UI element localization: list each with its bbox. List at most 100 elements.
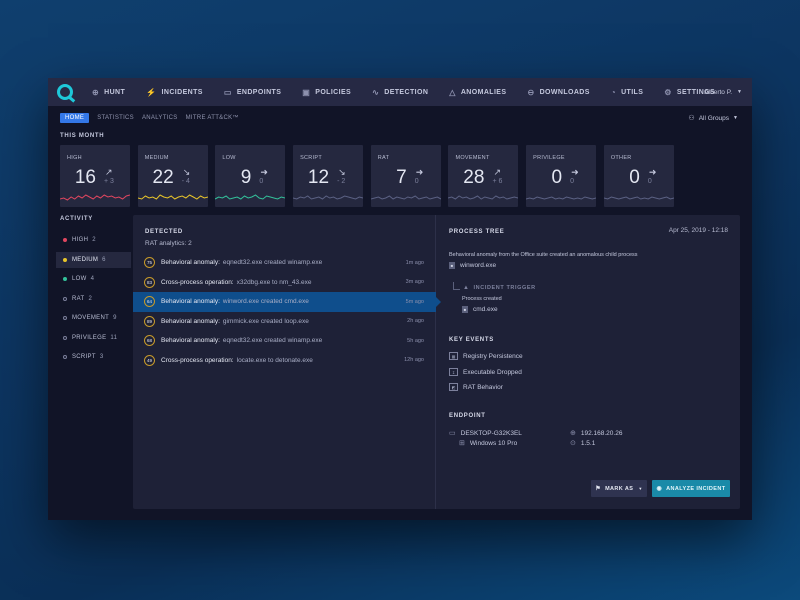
card-delta: 0: [414, 178, 419, 185]
activity-item-movement[interactable]: MOVEMENT 9: [56, 310, 131, 326]
detected-subtitle: RAT analytics: 2: [145, 240, 192, 247]
table-row[interactable]: 64 Behavioral anomaly: winword.exe created…: [133, 292, 441, 312]
activity-label: MOVEMENT: [72, 315, 110, 321]
tab-home[interactable]: HOME: [60, 113, 90, 123]
process-description: Behavioral anomaly from the Office suite…: [449, 252, 638, 258]
activity-label: HIGH: [72, 237, 89, 243]
nav-endpoints[interactable]: ▭ ENDPOINTS: [224, 88, 281, 97]
activity-item-script[interactable]: SCRIPT 3: [56, 349, 131, 365]
card-label: HIGH: [67, 155, 82, 161]
sparkline-path: [293, 195, 364, 200]
stat-card-privilege[interactable]: PRIVILEGE 0 ➜ 0: [526, 145, 597, 207]
table-row[interactable]: 83 Cross-process operation: x32dbg.exe to …: [133, 273, 436, 293]
nav-policies[interactable]: ▣ POLICIES: [302, 88, 351, 97]
activity-item-privilege[interactable]: PRIVILEGE 11: [56, 330, 131, 346]
endpoint-title: ENDPOINT: [449, 413, 486, 419]
mark-as-label: MARK AS: [605, 485, 634, 492]
registry-icon: ▦: [449, 352, 458, 360]
tab-statistics[interactable]: STATISTICS: [97, 115, 134, 121]
card-delta: 0: [259, 178, 264, 185]
stat-card-low[interactable]: LOW 9 ➜ 0: [215, 145, 286, 207]
row-time: 5m ago: [405, 298, 424, 305]
detected-pane: DETECTED RAT analytics: 2 75 Behavioral a…: [133, 215, 441, 509]
stat-cards: HIGH 16 ↗ + 3 MEDIUM 22 ↘ - 4 LOW 9 ➜ 0 SCRIPT 12 ↘ - 2…: [60, 145, 682, 207]
row-type: Cross-process operation:: [161, 356, 234, 364]
nav-hunt[interactable]: ⊕ HUNT: [92, 88, 125, 97]
tab-analytics[interactable]: ANALYTICS: [142, 115, 178, 121]
app-window: ⊕ HUNT ⚡ INCIDENTS ▭ ENDPOINTS ▣ POLICIES ∿ DETEC…: [48, 78, 752, 520]
card-label: MOVEMENT: [455, 155, 490, 161]
stat-card-script[interactable]: SCRIPT 12 ↘ - 2: [293, 145, 364, 207]
analyze-incident-button[interactable]: ◉ ANALYZE INCIDENT: [652, 480, 730, 497]
score-badge: 68: [144, 335, 155, 347]
stat-card-rat[interactable]: RAT 7 ➜ 0: [370, 145, 441, 207]
activity-count: 6: [102, 256, 106, 263]
child-process[interactable]: ■ cmd.exe: [462, 306, 498, 313]
activity-label: PRIVILEGE: [72, 334, 107, 341]
table-row[interactable]: 68 Behavioral anomaly: eqnedt32.exe create…: [133, 331, 436, 351]
this-month-label: THIS MONTH: [60, 133, 105, 139]
score-badge: 89: [144, 315, 155, 327]
card-value: 28: [463, 167, 485, 188]
activity-item-high[interactable]: HIGH 2: [56, 232, 131, 248]
row-time: 5h ago: [407, 337, 424, 344]
activity-item-medium[interactable]: MEDIUM 6: [56, 251, 131, 268]
row-type: Behavioral anomaly:: [161, 337, 220, 345]
parent-process[interactable]: ■ winword.exe: [449, 262, 496, 269]
nav-downloads[interactable]: ⊖ DOWNLOADS: [527, 88, 589, 97]
activity-item-rat[interactable]: RAT 2: [56, 291, 131, 307]
logo[interactable]: [48, 78, 82, 106]
nav-incidents[interactable]: ⚡ INCIDENTS: [146, 88, 203, 97]
policy-icon: ▣: [302, 87, 311, 97]
card-label: RAT: [377, 155, 390, 161]
top-nav: ⊕ HUNT ⚡ INCIDENTS ▭ ENDPOINTS ▣ POLICIES ∿ DETEC…: [48, 78, 752, 106]
nav-detection[interactable]: ∿ DETECTION: [372, 88, 428, 97]
table-row[interactable]: 89 Behavioral anomaly: gimmick.exe created…: [133, 312, 436, 332]
activity-list: HIGH 2 MEDIUM 6 LOW 4 RAT 2 MOVEMENT 9 PRIVILEGE 11…: [56, 232, 131, 369]
row-detail: gimmick.exe created loop.exe: [222, 317, 309, 325]
endpoint-ip: ⊕ 192.168.20.26: [570, 429, 622, 438]
mark-as-button[interactable]: ⚑ MARK AS ▼: [591, 480, 647, 497]
endpoint-hostname[interactable]: ▭ DESKTOP-G32K3EL: [449, 429, 522, 438]
row-detail: eqnedt32.exe created winamp.exe: [222, 259, 323, 267]
card-value: 0: [629, 167, 640, 188]
stat-card-medium[interactable]: MEDIUM 22 ↘ - 4: [137, 145, 208, 207]
monitor-icon: ▭: [449, 430, 456, 437]
card-delta: + 6: [492, 178, 503, 185]
severity-dot-icon: [63, 316, 67, 320]
nav-label: HUNT: [104, 88, 126, 96]
sparkline: [137, 194, 208, 200]
card-label: OTHER: [610, 155, 632, 161]
sparkline: [448, 195, 519, 200]
sparkline-path: [603, 196, 674, 200]
row-time: 3m ago: [405, 279, 424, 286]
rat-icon: ◩: [449, 383, 458, 391]
user-menu[interactable]: Alberto P. ▼: [704, 78, 742, 106]
activity-item-low[interactable]: LOW 4: [56, 271, 131, 287]
score-badge: 49: [144, 354, 155, 366]
groups-dropdown[interactable]: ⚇ All Groups ▼: [688, 114, 738, 123]
stat-card-movement[interactable]: MOVEMENT 28 ↗ + 6: [448, 145, 519, 207]
nav-utils[interactable]: ◔ UTILS: [611, 88, 643, 97]
activity-label: ACTIVITY: [60, 216, 93, 222]
row-type: Behavioral anomaly:: [161, 298, 220, 306]
severity-dot-icon: [63, 335, 67, 340]
score-badge: 83: [144, 276, 155, 288]
stat-card-other[interactable]: OTHER 0 ➜ 0: [603, 145, 674, 207]
download-icon: ⊖: [527, 87, 535, 97]
stat-card-high[interactable]: HIGH 16 ↗ + 3: [60, 145, 130, 207]
table-row[interactable]: 49 Cross-process operation: locate.exe to …: [133, 351, 436, 371]
nav-label: INCIDENTS: [161, 88, 203, 96]
sparkline: [526, 196, 597, 200]
card-delta: 0: [570, 178, 575, 185]
activity-count: 9: [113, 315, 117, 321]
nav-anomalies[interactable]: △ ANOMALIES: [449, 88, 506, 97]
incident-trigger-label: ▲ INCIDENT TRIGGER: [463, 285, 536, 291]
table-row[interactable]: 75 Behavioral anomaly: eqnedt32.exe create…: [133, 253, 436, 273]
trend-arrow-icon: ➜: [260, 167, 268, 177]
tab-mitre[interactable]: MITRE ATT&CK™: [186, 115, 239, 121]
users-icon: ⚇: [688, 115, 695, 122]
row-detail: x32dbg.exe to nm_43.exe: [236, 278, 312, 286]
activity-count: 2: [92, 237, 96, 243]
nav-label: POLICIES: [315, 88, 352, 96]
